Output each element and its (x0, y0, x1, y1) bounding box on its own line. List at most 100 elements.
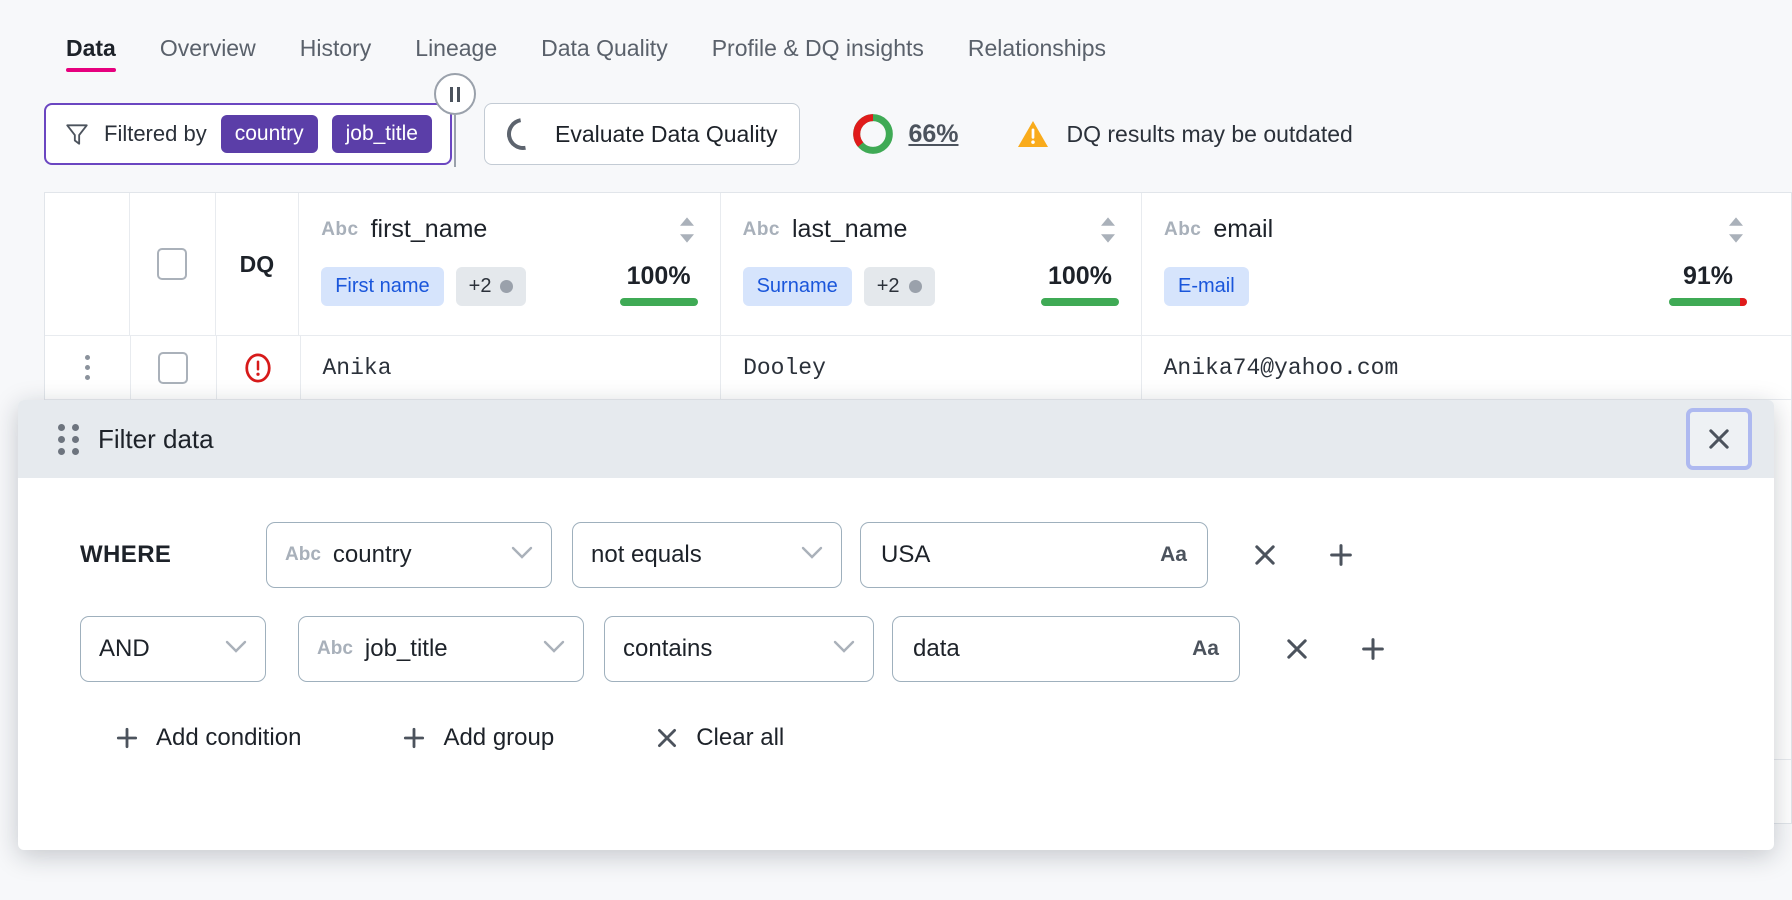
filter-chip-country[interactable]: country (221, 115, 318, 153)
dq-score-value[interactable]: 66% (908, 120, 958, 149)
evaluate-data-quality-button[interactable]: Evaluate Data Quality (484, 103, 800, 165)
column-tag-more-label: +2 (877, 275, 900, 298)
chevron-down-icon (199, 640, 247, 658)
value-input-1[interactable]: USA Aa (860, 522, 1208, 588)
column-quality-value: 100% (627, 262, 691, 290)
table-row[interactable]: Anika Dooley Anika74@yahoo.com (45, 335, 1791, 399)
operator-select-1[interactable]: not equals (572, 522, 842, 588)
filter-funnel-icon (64, 121, 90, 147)
column-tag-more-label: +2 (469, 275, 492, 298)
tab-relationships[interactable]: Relationships (946, 35, 1128, 78)
value-input-2[interactable]: data Aa (892, 616, 1240, 682)
dq-score-group: 66% (852, 113, 958, 155)
chevron-down-icon (775, 546, 823, 564)
close-icon[interactable] (1686, 408, 1752, 470)
field-select-2[interactable]: Abc job_title (298, 616, 584, 682)
add-group-button[interactable]: Add group (401, 724, 554, 752)
add-condition-inline-icon[interactable] (1314, 541, 1368, 569)
refresh-ring-icon (501, 112, 546, 157)
dialog-actions: Add condition Add group Clear all (18, 724, 1774, 752)
column-tag-more[interactable]: +2 (864, 267, 935, 306)
tab-data-quality[interactable]: Data Quality (519, 35, 690, 78)
clear-all-label: Clear all (696, 724, 784, 752)
field-select-1[interactable]: Abc country (266, 522, 552, 588)
dialog-title: Filter data (98, 424, 214, 455)
column-tag[interactable]: First name (321, 267, 443, 306)
field-value: country (333, 541, 412, 569)
column-title-row: Abc last_name (743, 215, 1119, 244)
column-meta-row: E-mail 91% (1164, 262, 1769, 306)
column-name: email (1213, 215, 1273, 244)
column-tag[interactable]: Surname (743, 267, 852, 306)
tab-label: Data (66, 35, 116, 61)
column-quality-meter: 100% (620, 262, 698, 306)
sort-icon[interactable] (676, 216, 698, 244)
filter-chip-job-title[interactable]: job_title (332, 115, 432, 153)
operator-value: not equals (591, 541, 702, 569)
app-root: Data Overview History Lineage Data Quali… (0, 0, 1792, 900)
row-menu-cell[interactable] (45, 336, 131, 400)
tab-data[interactable]: Data (44, 35, 138, 78)
dialog-header[interactable]: Filter data (18, 400, 1774, 478)
join-operator-select-2[interactable]: AND (80, 616, 266, 682)
select-all-checkbox[interactable] (157, 248, 187, 280)
clear-all-button[interactable]: Clear all (654, 724, 784, 752)
dq-outdated-text: DQ results may be outdated (1066, 121, 1352, 148)
chevron-down-icon (517, 640, 565, 658)
row-select-cell[interactable] (131, 336, 217, 400)
x-icon (654, 725, 680, 751)
value-text: data (913, 635, 960, 663)
column-name: first_name (371, 215, 488, 244)
add-condition-inline-icon[interactable] (1346, 635, 1400, 663)
remove-condition-icon[interactable] (1238, 541, 1292, 569)
column-header-email[interactable]: Abc email E-mail 91% (1142, 193, 1791, 335)
column-tag[interactable]: E-mail (1164, 267, 1249, 306)
row-checkbox[interactable] (158, 352, 188, 384)
dq-header-label: DQ (240, 251, 275, 278)
filter-condition-row-1: WHERE Abc country not equals USA Aa (18, 522, 1774, 588)
filtered-by-button[interactable]: Filtered by country job_title (44, 103, 452, 165)
column-name: last_name (792, 215, 907, 244)
donut-chart-icon (852, 113, 894, 155)
cell-email: Anika74@yahoo.com (1142, 336, 1791, 400)
tab-label: Lineage (415, 35, 497, 61)
sort-icon[interactable] (1097, 216, 1119, 244)
row-dq-cell (217, 336, 301, 400)
filter-condition-row-2: AND Abc job_title contains (18, 616, 1774, 682)
filtered-by-label: Filtered by (104, 121, 207, 147)
tab-label: History (300, 35, 372, 61)
pause-connector (454, 115, 456, 167)
column-type-icon: Abc (321, 219, 358, 241)
tag-dot-icon (909, 280, 922, 293)
field-type-icon: Abc (285, 544, 321, 566)
data-toolbar: Filtered by country job_title Evaluate D… (0, 88, 1792, 180)
close-glyph (1705, 425, 1733, 453)
case-sensitivity-icon[interactable]: Aa (1192, 637, 1219, 661)
add-group-label: Add group (443, 724, 554, 752)
column-meta-row: First name +2 100% (321, 262, 697, 306)
header-select-all-cell (130, 193, 215, 335)
main-tab-bar: Data Overview History Lineage Data Quali… (0, 0, 1792, 78)
column-title-row: Abc first_name (321, 215, 697, 244)
column-header-first-name[interactable]: Abc first_name First name +2 100% (299, 193, 720, 335)
pause-icon[interactable] (434, 73, 476, 115)
chevron-down-icon (807, 640, 855, 658)
case-sensitivity-icon[interactable]: Aa (1160, 543, 1187, 567)
remove-condition-icon[interactable] (1270, 635, 1324, 663)
column-header-last-name[interactable]: Abc last_name Surname +2 100% (721, 193, 1142, 335)
tab-label: Profile & DQ insights (712, 35, 924, 61)
row-menu-icon[interactable] (85, 355, 90, 380)
plus-icon (114, 725, 140, 751)
tab-lineage[interactable]: Lineage (393, 35, 519, 78)
sort-icon[interactable] (1725, 216, 1747, 244)
tab-history[interactable]: History (278, 35, 394, 78)
operator-select-2[interactable]: contains (604, 616, 874, 682)
column-tag-more[interactable]: +2 (456, 267, 527, 306)
tab-label: Relationships (968, 35, 1106, 61)
add-condition-button[interactable]: Add condition (114, 724, 301, 752)
tab-overview[interactable]: Overview (138, 35, 278, 78)
drag-handle-icon[interactable] (58, 424, 80, 455)
tab-profile-dq-insights[interactable]: Profile & DQ insights (690, 35, 946, 78)
evaluate-label: Evaluate Data Quality (555, 121, 777, 148)
column-quality-value: 91% (1683, 262, 1733, 290)
